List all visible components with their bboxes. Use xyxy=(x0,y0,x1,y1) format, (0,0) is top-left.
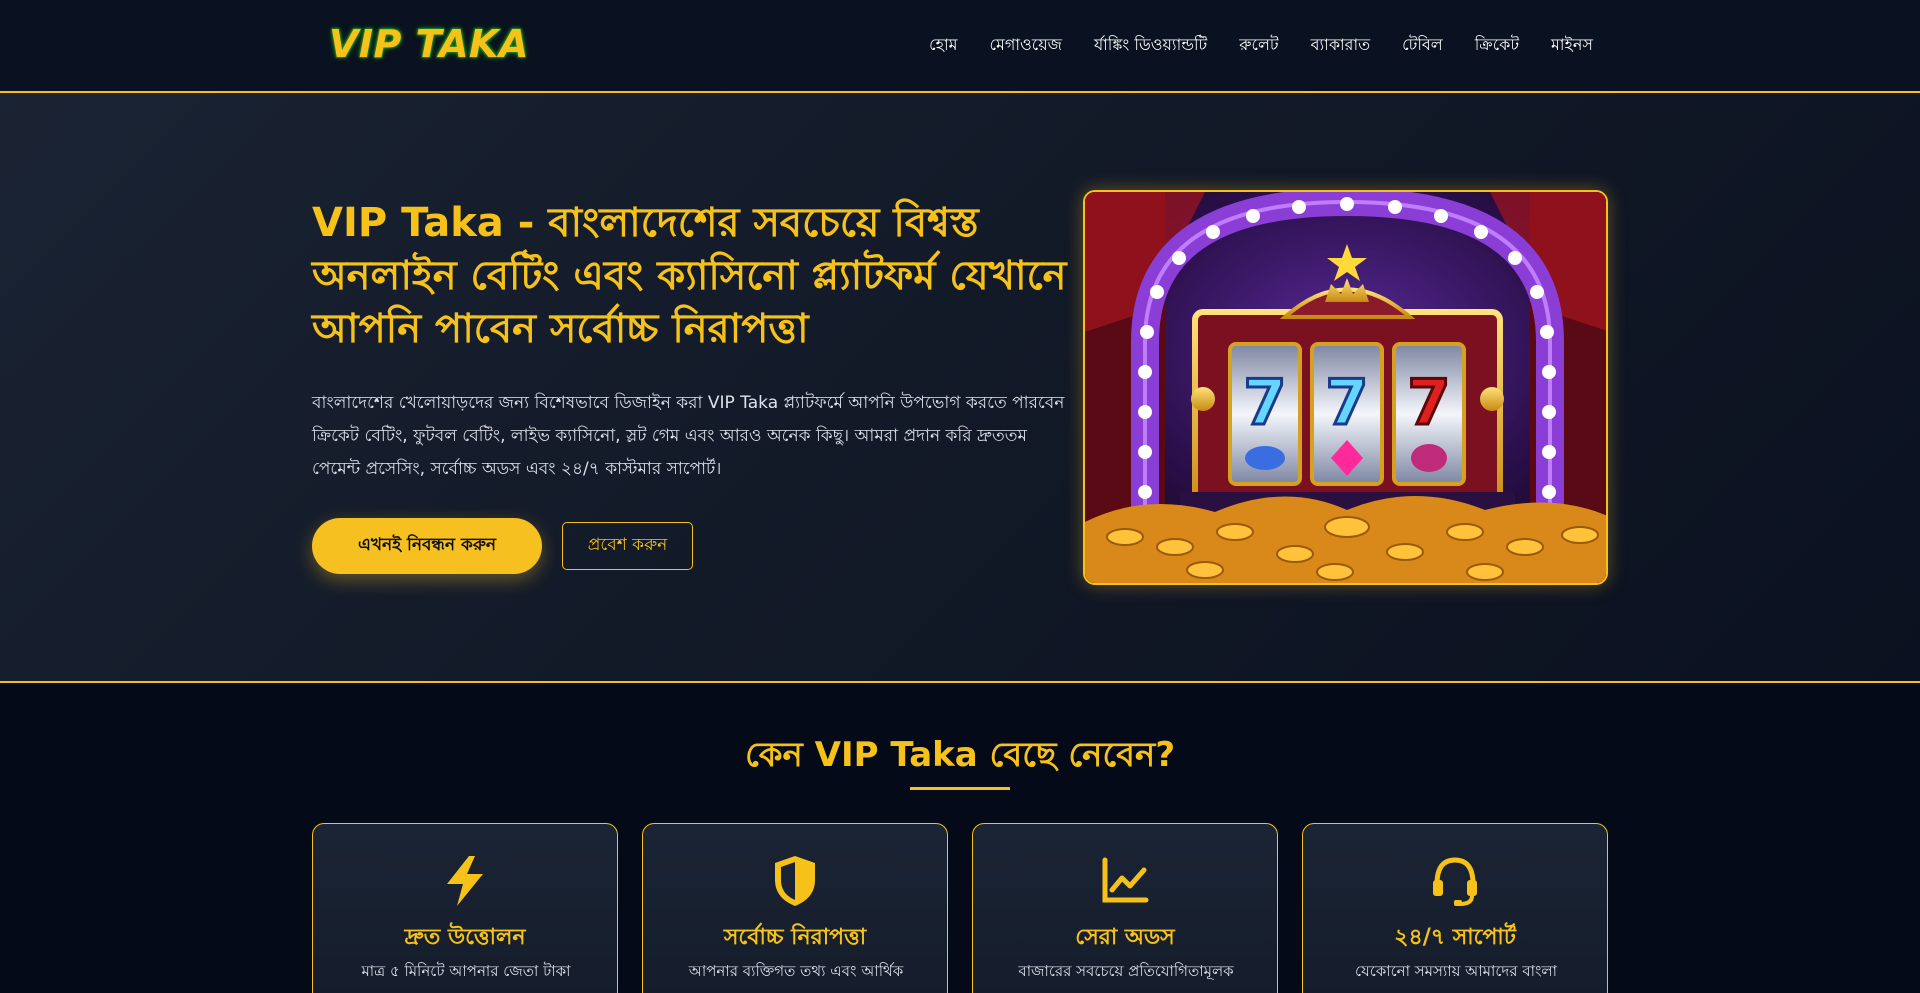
nav-item-ranking[interactable]: র্যাঙ্কিং ডিওয়্যান্ডটি xyxy=(1094,32,1207,59)
card-title: সেরা অডস xyxy=(1075,925,1175,950)
why-section: কেন VIP Taka বেছে নেবেন? দ্রুত উত্তোলন ম… xyxy=(0,683,1920,993)
site-header: VIP TAKA হোম মেগাওয়েজ র্যাঙ্কিং ডিওয়্য… xyxy=(0,0,1920,93)
nav-item-baccarat[interactable]: ব্যাকারাত xyxy=(1311,32,1370,59)
svg-text:7: 7 xyxy=(1407,366,1450,439)
headset-icon xyxy=(1303,854,1607,908)
register-button[interactable]: এখনই নিবন্ধন করুন xyxy=(312,518,542,574)
hero-description: বাংলাদেশের খেলোয়াড়দের জন্য বিশেষভাবে ড… xyxy=(312,393,1065,479)
main-nav: হোম মেগাওয়েজ র্যাঙ্কিং ডিওয়্যান্ডটি রু… xyxy=(929,32,1593,59)
nav-item-home[interactable]: হোম xyxy=(929,32,957,59)
card-title: সর্বোচ্চ নিরাপত্তা xyxy=(723,925,867,950)
lightning-icon xyxy=(313,854,617,908)
svg-text:7: 7 xyxy=(1243,366,1286,439)
hero-title: VIP Taka - বাংলাদেশের সবচেয়ে বিশ্বস্ত অ… xyxy=(312,200,1067,352)
feature-card-withdrawal: দ্রুত উত্তোলন মাত্র ৫ মিনিটে আপনার জেতা … xyxy=(312,823,618,993)
title-underline xyxy=(910,787,1010,790)
shield-icon xyxy=(643,854,947,908)
nav-item-table[interactable]: টেবিল xyxy=(1402,32,1443,59)
nav-item-mines[interactable]: মাইনস xyxy=(1551,32,1593,59)
card-text: বাজারের সবচেয়ে প্রতিযোগিতামূলক xyxy=(1018,962,1234,980)
svg-text:7: 7 xyxy=(1325,366,1368,439)
card-text: যেকোনো সমস্যায় আমাদের বাংলা xyxy=(1355,962,1557,980)
chart-icon xyxy=(973,854,1277,908)
nav-item-cricket[interactable]: ক্রিকেট xyxy=(1475,32,1519,59)
card-text: আপনার ব্যক্তিগত তথ্য এবং আর্থিক xyxy=(688,962,904,980)
card-title: দ্রুত উত্তোলন xyxy=(404,925,526,950)
card-text: মাত্র ৫ মিনিটে আপনার জেতা টাকা xyxy=(361,962,571,980)
feature-card-support: ২৪/৭ সাপোর্ট যেকোনো সমস্যায় আমাদের বাংল… xyxy=(1302,823,1608,993)
feature-card-security: সর্বোচ্চ নিরাপত্তা আপনার ব্যক্তিগত তথ্য … xyxy=(642,823,948,993)
slot-machine-image: 7 7 7 xyxy=(1083,190,1608,585)
feature-card-odds: সেরা অডস বাজারের সবচেয়ে প্রতিযোগিতামূলক xyxy=(972,823,1278,993)
card-title: ২৪/৭ সাপোর্ট xyxy=(1394,925,1516,950)
nav-item-megaways[interactable]: মেগাওয়েজ xyxy=(990,32,1062,59)
site-logo[interactable]: VIP TAKA xyxy=(329,22,529,66)
hero-section: VIP Taka - বাংলাদেশের সবচেয়ে বিশ্বস্ত অ… xyxy=(0,93,1920,683)
why-title: কেন VIP Taka বেছে নেবেন? xyxy=(744,735,1176,775)
login-button[interactable]: প্রবেশ করুন xyxy=(562,522,693,570)
nav-item-roulette[interactable]: রুলেট xyxy=(1239,32,1278,59)
